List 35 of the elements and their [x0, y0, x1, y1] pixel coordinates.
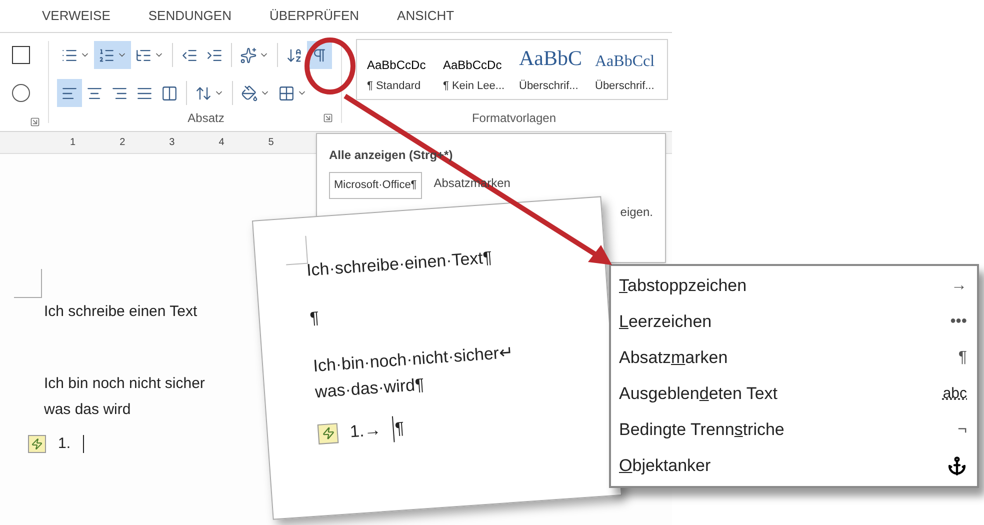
menu-item-label: Ausgeblendeten Text: [619, 383, 778, 406]
menu-item-label: Bedingte Trennstriche: [619, 419, 784, 442]
document-paragraph: Ich schreibe einen Text: [44, 302, 198, 322]
menu-item-label: Tabstoppzeichen: [619, 275, 747, 298]
menu-item-symbol: ¶: [958, 348, 967, 368]
menu-item-symbol: ¬: [958, 420, 967, 440]
style-preview: AaBbCcDc: [443, 57, 502, 74]
menu-item-symbol: abc: [942, 384, 967, 404]
menu-item-symbol: →: [951, 276, 967, 296]
style-name: ¶ Standard: [367, 79, 421, 94]
ruler-number: 5: [268, 136, 274, 150]
paragraph-mark: ¶: [392, 416, 406, 442]
menu-item-label: Objektanker: [619, 455, 711, 478]
ruler-number: 3: [169, 136, 175, 150]
ruler-number: 2: [120, 136, 126, 150]
list-number: 1.: [58, 434, 71, 454]
ruler-number: 4: [218, 136, 224, 150]
tooltip-text: eigen.: [620, 204, 653, 220]
menu-item-label: Leerzeichen: [619, 311, 712, 334]
style-preview: AaBbC: [519, 44, 582, 72]
document-paragraph: Ich bin noch nicht sicher was das wird: [44, 374, 205, 420]
style-name: ¶ Kein Lee...: [443, 79, 505, 94]
group-label: Absatz: [186, 110, 226, 127]
style-name: Überschrif...: [595, 78, 654, 94]
menu-item-label: Absatzmarken: [619, 347, 728, 370]
sample-preview: Microsoft·Office¶: [329, 172, 422, 198]
style-preview: AaBbCcDc: [367, 57, 426, 74]
menu-item-symbol: •••: [950, 312, 967, 332]
document-line: Ich·schreibe·einen·Text¶: [306, 246, 494, 282]
group-label: Formatvorlagen: [470, 110, 558, 127]
list-number: 1.→: [349, 419, 382, 444]
style-name: Überschrif...: [519, 78, 578, 94]
style-preview: AaBbCcl: [595, 52, 655, 72]
ruler-number: 1: [70, 136, 76, 150]
document-line: ¶: [309, 307, 321, 330]
